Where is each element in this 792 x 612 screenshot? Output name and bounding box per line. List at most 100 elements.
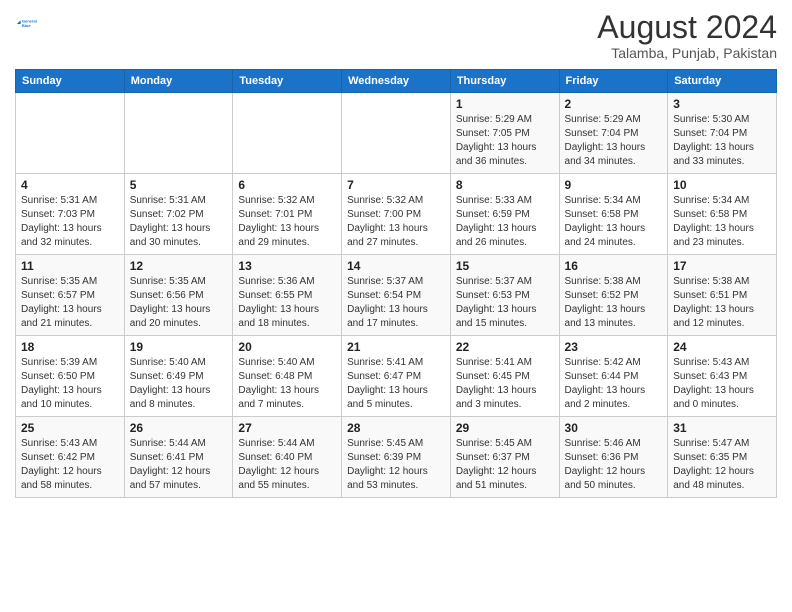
day-info: Sunrise: 5:44 AM Sunset: 6:40 PM Dayligh… <box>238 437 336 493</box>
calendar-week-row: 11 Sunrise: 5:35 AM Sunset: 6:57 PM Dayli… <box>16 255 777 336</box>
calendar-day-cell: 15 Sunrise: 5:37 AM Sunset: 6:53 PM Dayli… <box>450 255 559 336</box>
day-number: 12 <box>130 259 228 273</box>
day-of-week-header: Friday <box>559 70 668 93</box>
calendar-day-cell: 31Sunrise: 5:47 AM Sunset: 6:35 PM Dayli… <box>668 417 777 498</box>
day-info: Sunrise: 5:29 AM Sunset: 7:05 PM Dayligh… <box>456 113 554 169</box>
day-of-week-header: Wednesday <box>342 70 451 93</box>
day-number: 21 <box>347 340 445 354</box>
day-of-week-header: Sunday <box>16 70 125 93</box>
day-number: 18 <box>21 340 119 354</box>
calendar-day-cell: 11 Sunrise: 5:35 AM Sunset: 6:57 PM Dayli… <box>16 255 125 336</box>
calendar-day-cell: 16 Sunrise: 5:38 AM Sunset: 6:52 PM Dayli… <box>559 255 668 336</box>
calendar-day-cell <box>233 93 342 174</box>
calendar-day-cell: 8 Sunrise: 5:33 AM Sunset: 6:59 PM Daylig… <box>450 174 559 255</box>
day-info: Sunrise: 5:46 AM Sunset: 6:36 PM Dayligh… <box>565 437 663 493</box>
day-number: 10 <box>673 178 771 192</box>
calendar-day-cell: 24 Sunrise: 5:43 AM Sunset: 6:43 PM Dayli… <box>668 336 777 417</box>
day-of-week-header: Saturday <box>668 70 777 93</box>
day-number: 25 <box>21 421 119 435</box>
day-info: Sunrise: 5:37 AM Sunset: 6:54 PM Dayligh… <box>347 275 445 331</box>
day-info: Sunrise: 5:38 AM Sunset: 6:51 PM Dayligh… <box>673 275 771 331</box>
day-info: Sunrise: 5:41 AM Sunset: 6:47 PM Dayligh… <box>347 356 445 412</box>
day-of-week-header: Tuesday <box>233 70 342 93</box>
calendar-day-cell: 28 Sunrise: 5:45 AM Sunset: 6:39 PM Dayli… <box>342 417 451 498</box>
day-number: 16 <box>565 259 663 273</box>
day-number: 26 <box>130 421 228 435</box>
calendar-day-cell: 1 Sunrise: 5:29 AM Sunset: 7:05 PM Daylig… <box>450 93 559 174</box>
day-info: Sunrise: 5:29 AM Sunset: 7:04 PM Dayligh… <box>565 113 663 169</box>
day-number: 27 <box>238 421 336 435</box>
calendar-day-cell: 17 Sunrise: 5:38 AM Sunset: 6:51 PM Dayli… <box>668 255 777 336</box>
calendar-day-cell: 21 Sunrise: 5:41 AM Sunset: 6:47 PM Dayli… <box>342 336 451 417</box>
day-info: Sunrise: 5:47 AM Sunset: 6:35 PM Dayligh… <box>673 437 771 493</box>
calendar-day-cell: 14Sunrise: 5:37 AM Sunset: 6:54 PM Dayli… <box>342 255 451 336</box>
day-info: Sunrise: 5:43 AM Sunset: 6:43 PM Dayligh… <box>673 356 771 412</box>
calendar-day-cell: 22Sunrise: 5:41 AM Sunset: 6:45 PM Dayli… <box>450 336 559 417</box>
calendar-day-cell <box>16 93 125 174</box>
calendar-week-row: 4 Sunrise: 5:31 AM Sunset: 7:03 PM Daylig… <box>16 174 777 255</box>
calendar-day-cell: 10 Sunrise: 5:34 AM Sunset: 6:58 PM Dayli… <box>668 174 777 255</box>
calendar-day-cell: 7 Sunrise: 5:32 AM Sunset: 7:00 PM Daylig… <box>342 174 451 255</box>
day-number: 17 <box>673 259 771 273</box>
day-number: 15 <box>456 259 554 273</box>
calendar-week-row: 18 Sunrise: 5:39 AM Sunset: 6:50 PM Dayli… <box>16 336 777 417</box>
day-info: Sunrise: 5:39 AM Sunset: 6:50 PM Dayligh… <box>21 356 119 412</box>
calendar-day-cell: 3Sunrise: 5:30 AM Sunset: 7:04 PM Daylig… <box>668 93 777 174</box>
calendar-day-cell: 12Sunrise: 5:35 AM Sunset: 6:56 PM Dayli… <box>124 255 233 336</box>
calendar-day-cell: 18 Sunrise: 5:39 AM Sunset: 6:50 PM Dayli… <box>16 336 125 417</box>
calendar-day-cell <box>342 93 451 174</box>
day-number: 19 <box>130 340 228 354</box>
calendar-day-cell: 23Sunrise: 5:42 AM Sunset: 6:44 PM Dayli… <box>559 336 668 417</box>
day-number: 30 <box>565 421 663 435</box>
calendar-day-cell: 6Sunrise: 5:32 AM Sunset: 7:01 PM Daylig… <box>233 174 342 255</box>
subtitle: Talamba, Punjab, Pakistan <box>597 45 777 61</box>
calendar-header-row: SundayMondayTuesdayWednesdayThursdayFrid… <box>16 70 777 93</box>
calendar-table: SundayMondayTuesdayWednesdayThursdayFrid… <box>15 69 777 498</box>
day-info: Sunrise: 5:34 AM Sunset: 6:58 PM Dayligh… <box>673 194 771 250</box>
day-of-week-header: Thursday <box>450 70 559 93</box>
calendar-week-row: 25 Sunrise: 5:43 AM Sunset: 6:42 PM Dayli… <box>16 417 777 498</box>
logo-icon: GeneralBlue <box>15 10 43 38</box>
day-number: 28 <box>347 421 445 435</box>
calendar-day-cell: 26Sunrise: 5:44 AM Sunset: 6:41 PM Dayli… <box>124 417 233 498</box>
day-info: Sunrise: 5:33 AM Sunset: 6:59 PM Dayligh… <box>456 194 554 250</box>
day-number: 11 <box>21 259 119 273</box>
calendar-day-cell: 25 Sunrise: 5:43 AM Sunset: 6:42 PM Dayli… <box>16 417 125 498</box>
calendar-week-row: 1 Sunrise: 5:29 AM Sunset: 7:05 PM Daylig… <box>16 93 777 174</box>
day-number: 7 <box>347 178 445 192</box>
day-info: Sunrise: 5:43 AM Sunset: 6:42 PM Dayligh… <box>21 437 119 493</box>
day-info: Sunrise: 5:40 AM Sunset: 6:49 PM Dayligh… <box>130 356 228 412</box>
calendar-day-cell <box>124 93 233 174</box>
day-number: 22 <box>456 340 554 354</box>
day-info: Sunrise: 5:35 AM Sunset: 6:57 PM Dayligh… <box>21 275 119 331</box>
calendar-day-cell: 30 Sunrise: 5:46 AM Sunset: 6:36 PM Dayli… <box>559 417 668 498</box>
title-block: August 2024 Talamba, Punjab, Pakistan <box>597 10 777 61</box>
day-number: 13 <box>238 259 336 273</box>
day-number: 1 <box>456 97 554 111</box>
day-number: 24 <box>673 340 771 354</box>
day-info: Sunrise: 5:38 AM Sunset: 6:52 PM Dayligh… <box>565 275 663 331</box>
day-info: Sunrise: 5:36 AM Sunset: 6:55 PM Dayligh… <box>238 275 336 331</box>
calendar-day-cell: 4 Sunrise: 5:31 AM Sunset: 7:03 PM Daylig… <box>16 174 125 255</box>
day-info: Sunrise: 5:37 AM Sunset: 6:53 PM Dayligh… <box>456 275 554 331</box>
calendar-day-cell: 9Sunrise: 5:34 AM Sunset: 6:58 PM Daylig… <box>559 174 668 255</box>
calendar-day-cell: 5Sunrise: 5:31 AM Sunset: 7:02 PM Daylig… <box>124 174 233 255</box>
calendar-day-cell: 27 Sunrise: 5:44 AM Sunset: 6:40 PM Dayli… <box>233 417 342 498</box>
day-number: 8 <box>456 178 554 192</box>
page-header: GeneralBlue General Blue August 2024 Tal… <box>15 10 777 61</box>
day-of-week-header: Monday <box>124 70 233 93</box>
calendar-day-cell: 20 Sunrise: 5:40 AM Sunset: 6:48 PM Dayli… <box>233 336 342 417</box>
calendar-day-cell: 13 Sunrise: 5:36 AM Sunset: 6:55 PM Dayli… <box>233 255 342 336</box>
day-info: Sunrise: 5:32 AM Sunset: 7:00 PM Dayligh… <box>347 194 445 250</box>
day-info: Sunrise: 5:31 AM Sunset: 7:03 PM Dayligh… <box>21 194 119 250</box>
day-number: 20 <box>238 340 336 354</box>
day-number: 6 <box>238 178 336 192</box>
calendar-day-cell: 29Sunrise: 5:45 AM Sunset: 6:37 PM Dayli… <box>450 417 559 498</box>
day-info: Sunrise: 5:45 AM Sunset: 6:37 PM Dayligh… <box>456 437 554 493</box>
day-info: Sunrise: 5:45 AM Sunset: 6:39 PM Dayligh… <box>347 437 445 493</box>
calendar-day-cell: 19 Sunrise: 5:40 AM Sunset: 6:49 PM Dayli… <box>124 336 233 417</box>
day-number: 4 <box>21 178 119 192</box>
day-info: Sunrise: 5:31 AM Sunset: 7:02 PM Dayligh… <box>130 194 228 250</box>
day-info: Sunrise: 5:40 AM Sunset: 6:48 PM Dayligh… <box>238 356 336 412</box>
day-info: Sunrise: 5:30 AM Sunset: 7:04 PM Dayligh… <box>673 113 771 169</box>
